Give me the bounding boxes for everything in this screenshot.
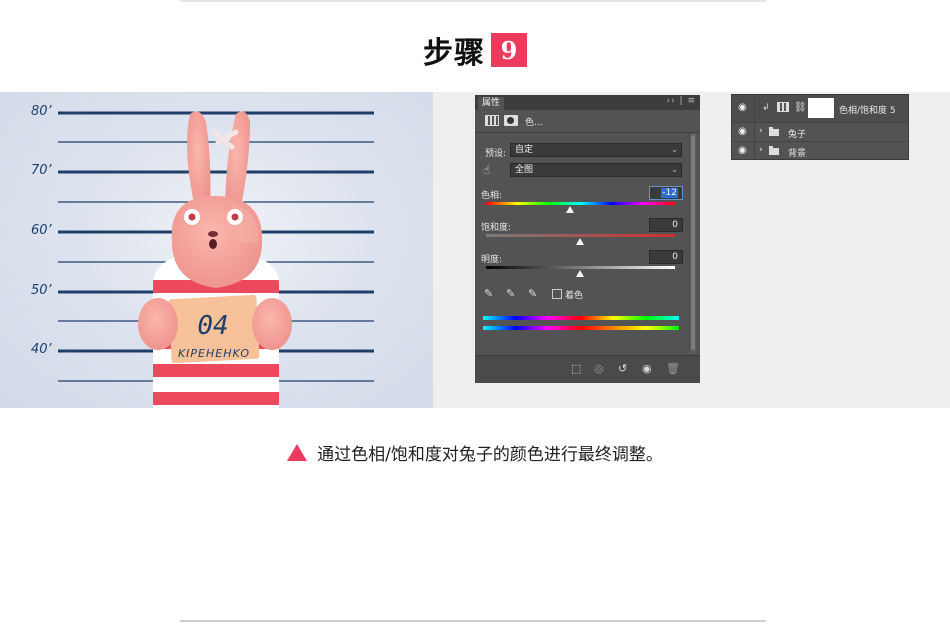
properties-footer: ⬚ ◎ ↺ ◉ 🗑 — [475, 355, 700, 383]
link-icon: ⛓ — [794, 102, 807, 113]
lightness-slider-thumb[interactable] — [576, 270, 584, 277]
height-label-60: 60’ — [31, 223, 52, 238]
chevron-down-icon: ⌄ — [671, 165, 678, 174]
saturation-label: 饱和度: — [481, 223, 512, 233]
hue-value: -12 — [661, 188, 678, 198]
clip-arrow-icon: ↲ — [762, 103, 770, 113]
targeted-adjustment-hand-icon[interactable]: ☝ — [483, 163, 490, 177]
source-color-bar — [483, 316, 679, 320]
colorize-label: 着色 — [565, 291, 584, 301]
saturation-value: 0 — [672, 220, 678, 230]
lightness-value: 0 — [672, 252, 678, 262]
eye-icon[interactable]: ◉ — [738, 102, 747, 113]
reset-icon[interactable]: ↺ — [618, 362, 627, 375]
eyedropper-add-icon[interactable]: ✎ — [506, 287, 515, 300]
channel-value: 全图 — [515, 165, 534, 175]
eyedropper-subtract-icon[interactable]: ✎ — [528, 287, 537, 300]
mask-icon[interactable] — [504, 115, 518, 126]
layer-name: 兔子 — [788, 130, 807, 140]
lightness-label: 明度: — [481, 255, 503, 265]
lightness-input[interactable]: 0 — [649, 250, 683, 264]
lightness-slider-track[interactable] — [486, 266, 675, 269]
colorize-checkbox[interactable] — [552, 289, 562, 299]
chevron-right-icon[interactable]: › — [759, 145, 763, 155]
layer-row[interactable]: ◉ › 兔子 — [732, 123, 908, 142]
height-label-80: 80’ — [31, 104, 52, 119]
mugshot-art: 04 KIPEHEHKO — [58, 111, 374, 408]
channel-dropdown[interactable]: 全图 ⌄ — [510, 163, 682, 177]
caption-text: 通过色相/饱和度对兔子的颜色进行最终调整。 — [317, 445, 663, 465]
panel-menu-icon[interactable]: ›› | ≡ — [667, 96, 697, 106]
result-color-bar — [483, 326, 679, 330]
height-label-70: 70’ — [31, 163, 52, 178]
trash-icon[interactable]: 🗑 — [666, 362, 680, 375]
step-number-badge: 9 — [491, 33, 527, 67]
step-heading: 步骤 9 — [0, 28, 950, 72]
folder-icon — [769, 127, 779, 136]
hue-input[interactable]: -12 — [649, 186, 683, 200]
saturation-slider-track[interactable] — [486, 234, 675, 237]
layer-name: 背景 — [788, 149, 807, 159]
height-label-40: 40’ — [31, 342, 52, 357]
chevron-right-icon[interactable]: › — [759, 126, 763, 136]
properties-panel: 属性 ›› | ≡ 色... 预设: 自定 ⌄ ☝ 全图 ⌄ 色相: -12 饱… — [475, 95, 700, 383]
hue-label: 色相: — [481, 191, 503, 201]
preset-dropdown[interactable]: 自定 ⌄ — [510, 143, 682, 157]
folder-icon — [769, 146, 779, 155]
saturation-input[interactable]: 0 — [649, 218, 683, 232]
view-previous-state-icon[interactable]: ◎ — [594, 362, 604, 375]
layers-panel: ◉ ↲ ⛓ 色相/饱和度 5 ◉ › 兔子 ◉ › 背景 — [731, 94, 909, 160]
height-label-50: 50’ — [31, 283, 52, 298]
step-title: 步骤 — [423, 36, 485, 71]
hue-slider-track[interactable] — [486, 202, 675, 205]
chevron-down-icon: ⌄ — [671, 145, 678, 154]
bottom-divider — [180, 620, 766, 622]
eye-icon[interactable]: ◉ — [642, 362, 652, 375]
caption: 通过色相/饱和度对兔子的颜色进行最终调整。 — [0, 440, 950, 465]
tab-properties[interactable]: 属性 — [478, 97, 505, 110]
layer-name: 色相/饱和度 5 — [839, 106, 896, 116]
top-divider — [180, 0, 766, 2]
triangle-bullet-icon — [287, 444, 308, 461]
preset-label: 预设: — [485, 149, 507, 159]
sign-number: 04 — [197, 311, 228, 341]
clip-to-layer-icon[interactable]: ⬚ — [571, 362, 581, 375]
eye-icon[interactable]: ◉ — [738, 126, 747, 137]
layer-mask-thumbnail[interactable] — [808, 98, 834, 118]
layer-row[interactable]: ◉ › 背景 — [732, 142, 908, 159]
properties-panel-header: 属性 ›› | ≡ — [475, 95, 700, 110]
saturation-slider-thumb[interactable] — [576, 238, 584, 245]
adjustment-icon[interactable] — [485, 115, 499, 126]
properties-subheader: 色... — [475, 110, 700, 133]
adjustment-name: 色... — [525, 118, 543, 128]
preset-value: 自定 — [515, 145, 534, 155]
layer-row[interactable]: ◉ ↲ ⛓ 色相/饱和度 5 — [732, 95, 908, 123]
scrollbar-thumb[interactable] — [691, 135, 695, 350]
sign-name: KIPEHEHKO — [178, 347, 250, 360]
panel-scrollbar[interactable] — [689, 133, 696, 353]
eyedropper-icon[interactable]: ✎ — [484, 287, 493, 300]
hue-slider-thumb[interactable] — [566, 206, 574, 213]
mugshot-illustration: 04 KIPEHEHKO 80’ 70’ 60’ 50’ 40’ — [0, 92, 433, 408]
adjustment-layer-icon — [777, 102, 789, 112]
eye-icon[interactable]: ◉ — [738, 145, 747, 156]
